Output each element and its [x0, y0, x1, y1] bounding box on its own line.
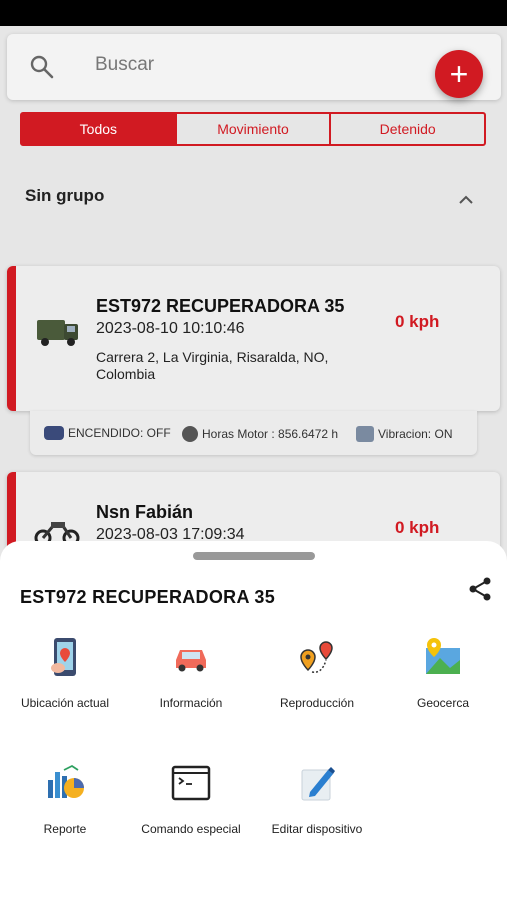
sheet-drag-handle[interactable] — [193, 552, 315, 560]
car-icon — [176, 650, 206, 672]
tab-detenido[interactable]: Detenido — [329, 114, 484, 144]
ignition-status: ENCENDIDO: OFF — [44, 426, 171, 440]
gauge-icon — [182, 426, 198, 442]
vehicle-datetime: 2023-08-10 10:10:46 — [96, 320, 245, 337]
truck-icon — [37, 320, 78, 346]
vehicle-name: EST972 RECUPERADORA 35 — [96, 296, 345, 316]
action-ubicacion-actual[interactable]: Ubicación actual — [2, 636, 128, 710]
action-geocerca[interactable]: Geocerca — [380, 636, 506, 710]
tab-todos[interactable]: Todos — [22, 114, 175, 144]
vehicle-name: Nsn Fabián — [96, 502, 194, 522]
search-input[interactable]: Buscar — [95, 54, 154, 76]
chevron-up-icon[interactable] — [456, 192, 476, 206]
action-label: Información — [159, 696, 223, 710]
vibration-status: Vibracion: ON — [356, 426, 452, 442]
terminal-icon — [171, 765, 211, 801]
action-reproduccion[interactable]: Reproducción — [254, 636, 380, 710]
status-bar — [0, 0, 507, 26]
action-editar-dispositivo[interactable]: Editar dispositivo — [254, 762, 380, 836]
vehicle-status-bar: ENCENDIDO: OFF Horas Motor : 856.6472 h … — [30, 411, 477, 455]
action-comando-especial[interactable]: Comando especial — [128, 762, 254, 836]
location-phone-icon — [51, 638, 76, 676]
group-title: Sin grupo — [25, 186, 105, 205]
vehicle-card[interactable]: EST972 RECUPERADORA 35 2023-08-10 10:10:… — [7, 266, 500, 411]
search-bar[interactable]: Buscar + — [7, 34, 501, 100]
map-pin-icon — [426, 638, 460, 674]
report-chart-icon — [48, 764, 84, 798]
tab-movimiento[interactable]: Movimiento — [174, 114, 330, 144]
engine-hours: Horas Motor : 856.6472 h — [182, 426, 338, 442]
sheet-title: EST972 RECUPERADORA 35 — [20, 587, 276, 607]
action-informacion[interactable]: Información — [128, 636, 254, 710]
vibration-icon — [356, 426, 374, 442]
route-pins-icon — [300, 641, 333, 673]
action-label: Ubicación actual — [20, 696, 110, 710]
vehicle-speed: 0 kph — [395, 312, 440, 331]
action-label: Editar dispositivo — [271, 822, 363, 836]
search-icon — [30, 55, 54, 79]
vehicle-address: Carrera 2, La Virginia, Risaralda, NO, C… — [96, 349, 329, 382]
action-label: Geocerca — [416, 696, 470, 710]
action-label: Comando especial — [141, 822, 241, 836]
edit-pencil-icon — [301, 767, 335, 801]
vehicle-speed: 0 kph — [395, 518, 440, 537]
action-label: Reproducción — [279, 696, 355, 710]
actions-bottom-sheet: EST972 RECUPERADORA 35 Ubicación actual … — [0, 541, 507, 900]
add-device-button[interactable]: + — [435, 50, 483, 98]
action-label: Reporte — [43, 822, 87, 836]
key-icon — [44, 426, 64, 440]
share-icon[interactable] — [467, 576, 493, 602]
filter-tabs: Todos Movimiento Detenido — [20, 112, 486, 146]
status-stripe — [7, 266, 16, 411]
action-reporte[interactable]: Reporte — [2, 762, 128, 836]
